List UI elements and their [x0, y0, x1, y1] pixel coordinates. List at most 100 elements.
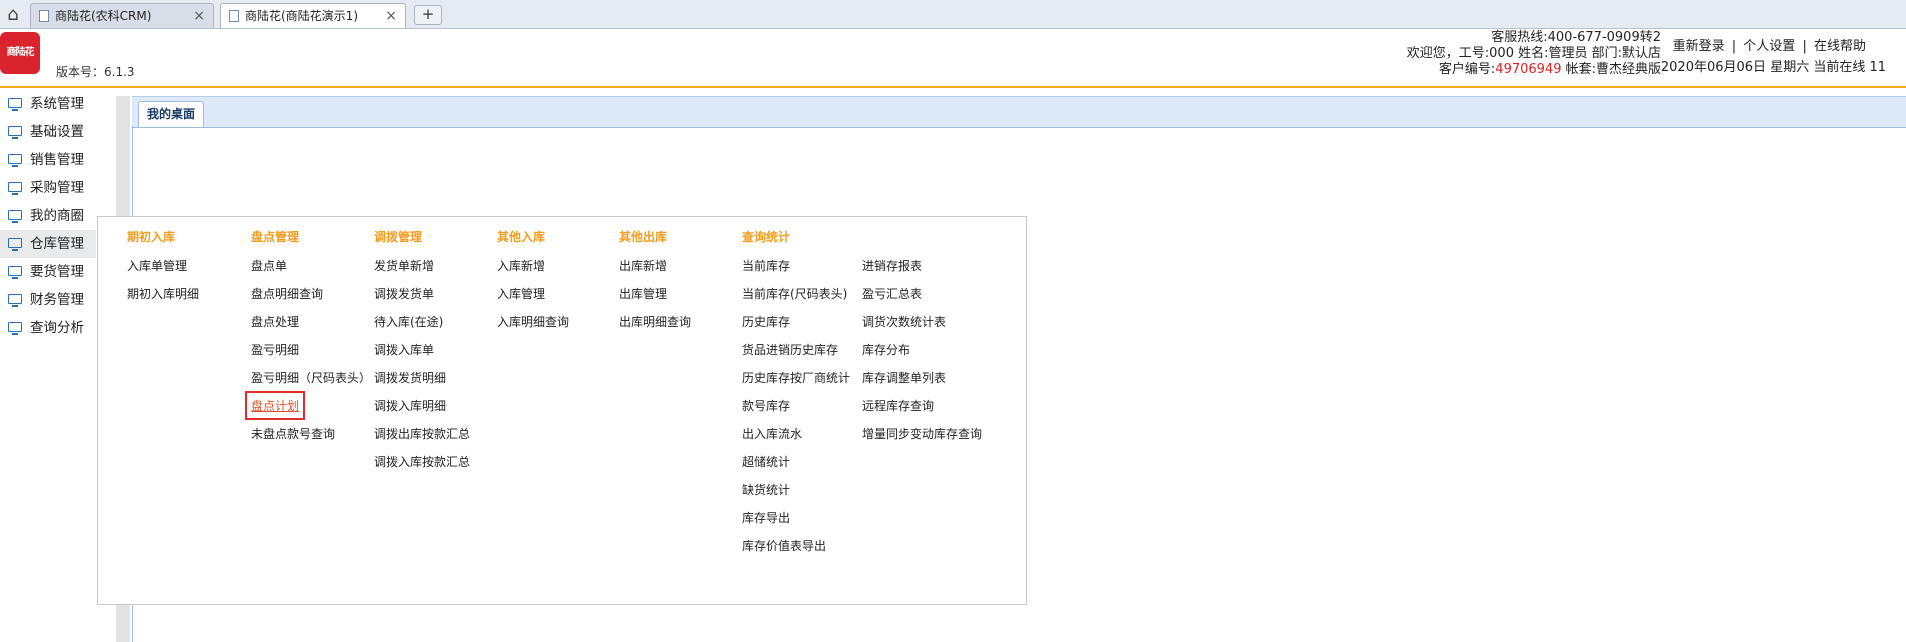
menu-item[interactable]: 调拨入库按款汇总 [374, 453, 470, 470]
account-name: 帐套:曹杰经典版 [1565, 62, 1661, 77]
menu-group-title: 其他出库 [619, 230, 668, 244]
sidebar-item-label: 系统管理 [30, 96, 84, 112]
menu-item-inventory-plan[interactable]: 盘点计划 [244, 391, 306, 420]
menu-item[interactable]: 调拨入库明细 [374, 397, 446, 414]
menu-item[interactable]: 调拨入库单 [374, 341, 434, 358]
menu-item[interactable]: 盈亏明细（尺码表头） [251, 369, 371, 386]
sidebar-item-purchase[interactable]: 采购管理 [0, 174, 96, 202]
menu-item[interactable]: 入库管理 [497, 285, 545, 302]
separator: | [1802, 39, 1807, 54]
page-icon [39, 10, 49, 22]
sidebar-item-label: 销售管理 [30, 152, 84, 168]
close-icon[interactable]: × [385, 4, 397, 28]
menu-group-title: 盘点管理 [251, 230, 300, 244]
menu-item[interactable]: 库存调整单列表 [862, 369, 946, 386]
menu-item[interactable]: 盘点明细查询 [251, 285, 323, 302]
browser-tab-strip: ⌂ 商陆花(农科CRM) × 商陆花(商陆花演示1) × + [0, 0, 1906, 29]
user-info: 客服热线:400-677-0909转2 欢迎您，工号:000 姓名:管理员 部门… [1407, 30, 1661, 78]
menu-item[interactable]: 入库明细查询 [497, 313, 569, 330]
browser-tab-crm[interactable]: 商陆花(农科CRM) × [30, 3, 214, 28]
browser-tab-demo[interactable]: 商陆花(商陆花演示1) × [220, 3, 406, 28]
monitor-icon [8, 126, 22, 139]
datetime-status: 2020年06月06日 星期六 当前在线 11 [1660, 60, 1886, 75]
menu-item[interactable]: 库存导出 [742, 509, 790, 526]
menu-item[interactable]: 历史库存 [742, 313, 790, 330]
sidebar-item-requisition[interactable]: 要货管理 [0, 258, 96, 286]
browser-tab-title: 商陆花(农科CRM) [55, 9, 152, 23]
menu-item[interactable]: 盈亏明细 [251, 341, 299, 358]
sidebar-item-warehouse[interactable]: 仓库管理 [0, 230, 96, 258]
menu-item[interactable]: 未盘点款号查询 [251, 425, 335, 442]
menu-item[interactable]: 调拨发货明细 [374, 369, 446, 386]
header-links: 重新登录 | 个人设置 | 在线帮助 [1673, 35, 1866, 54]
settings-link[interactable]: 个人设置 [1743, 39, 1795, 54]
menu-item[interactable]: 盘点单 [251, 257, 287, 274]
sidebar-item-system[interactable]: 系统管理 [0, 90, 96, 118]
menu-item[interactable]: 入库单管理 [127, 257, 187, 274]
monitor-icon [8, 182, 22, 195]
monitor-icon [8, 238, 22, 251]
app-header: 商陆花 版本号：6.1.3 客服热线:400-677-0909转2 欢迎您，工号… [0, 29, 1906, 88]
menu-item[interactable]: 出入库流水 [742, 425, 802, 442]
new-tab-button[interactable]: + [414, 5, 442, 25]
menu-item[interactable]: 出库管理 [619, 285, 667, 302]
separator: | [1731, 39, 1737, 54]
menu-item[interactable]: 调货次数统计表 [862, 313, 946, 330]
menu-item[interactable]: 入库新增 [497, 257, 545, 274]
sidebar-item-label: 仓库管理 [30, 236, 84, 252]
menu-item[interactable]: 款号库存 [742, 397, 790, 414]
hotline: 客服热线:400-677-0909转2 [1491, 30, 1661, 45]
sidebar-item-label: 采购管理 [30, 180, 84, 196]
menu-item[interactable]: 库存分布 [862, 341, 910, 358]
menu-item[interactable]: 库存价值表导出 [742, 537, 826, 554]
monitor-icon [8, 266, 22, 279]
customer-prefix: 客户编号: [1438, 62, 1496, 77]
menu-item[interactable]: 超储统计 [742, 453, 790, 470]
menu-group-title: 查询统计 [742, 230, 791, 244]
menu-item[interactable]: 货品进销历史库存 [742, 341, 838, 358]
sidebar-item-sales[interactable]: 销售管理 [0, 146, 96, 174]
customer-info: 客户编号:49706949 帐套:曹杰经典版 [1407, 62, 1661, 78]
menu-item[interactable]: 待入库(在途) [374, 313, 443, 330]
menu-item[interactable]: 缺货统计 [742, 481, 790, 498]
menu-item[interactable]: 盘点处理 [251, 313, 299, 330]
menu-item[interactable]: 调拨发货单 [374, 285, 434, 302]
warehouse-flyout-menu: 期初入库 入库单管理 期初入库明细 盘点管理 盘点单 盘点明细查询 盘点处理 盈… [97, 216, 1027, 605]
tab-my-desktop[interactable]: 我的桌面 [138, 101, 204, 127]
sidebar-item-query[interactable]: 查询分析 [0, 314, 96, 342]
menu-item[interactable]: 出库明细查询 [619, 313, 691, 330]
logo: 商陆花 [0, 32, 40, 74]
monitor-icon [8, 210, 22, 223]
monitor-icon [8, 154, 22, 167]
menu-item[interactable]: 历史库存按厂商统计 [742, 369, 850, 386]
menu-item[interactable]: 进销存报表 [862, 257, 922, 274]
sidebar-item-business-circle[interactable]: 我的商圈 [0, 202, 96, 230]
welcome-text: 欢迎您，工号:000 姓名:管理员 部门:默认店 [1406, 46, 1661, 61]
menu-item[interactable]: 增量同步变动库存查询 [862, 425, 982, 442]
browser-tab-title: 商陆花(商陆花演示1) [245, 9, 358, 23]
help-link[interactable]: 在线帮助 [1814, 39, 1866, 54]
menu-item[interactable]: 当前库存 [742, 257, 790, 274]
monitor-icon [8, 98, 22, 111]
content-tab-bar: 我的桌面 [132, 96, 1906, 128]
version-label: 版本号：6.1.3 [56, 65, 135, 79]
menu-item[interactable]: 远程库存查询 [862, 397, 934, 414]
sidebar-item-label: 财务管理 [30, 292, 84, 308]
sidebar-item-label: 查询分析 [30, 320, 84, 336]
menu-item[interactable]: 发货单新增 [374, 257, 434, 274]
sidebar: 系统管理 基础设置 销售管理 采购管理 我的商圈 仓库管理 要货管理 财务管理 … [0, 88, 96, 642]
menu-item[interactable]: 当前库存(尺码表头) [742, 285, 847, 302]
close-icon[interactable]: × [193, 4, 205, 28]
sidebar-item-finance[interactable]: 财务管理 [0, 286, 96, 314]
menu-item[interactable]: 调拨出库按款汇总 [374, 425, 470, 442]
menu-item[interactable]: 期初入库明细 [127, 285, 199, 302]
menu-group-title: 调拨管理 [374, 230, 423, 244]
menu-item[interactable]: 出库新增 [619, 257, 667, 274]
menu-group-title: 其他入库 [497, 230, 546, 244]
sidebar-item-label: 基础设置 [30, 124, 84, 140]
menu-item[interactable]: 盈亏汇总表 [862, 285, 922, 302]
sidebar-item-basic-settings[interactable]: 基础设置 [0, 118, 96, 146]
home-icon[interactable]: ⌂ [0, 2, 26, 26]
relogin-link[interactable]: 重新登录 [1673, 39, 1725, 54]
sidebar-item-label: 要货管理 [30, 264, 84, 280]
